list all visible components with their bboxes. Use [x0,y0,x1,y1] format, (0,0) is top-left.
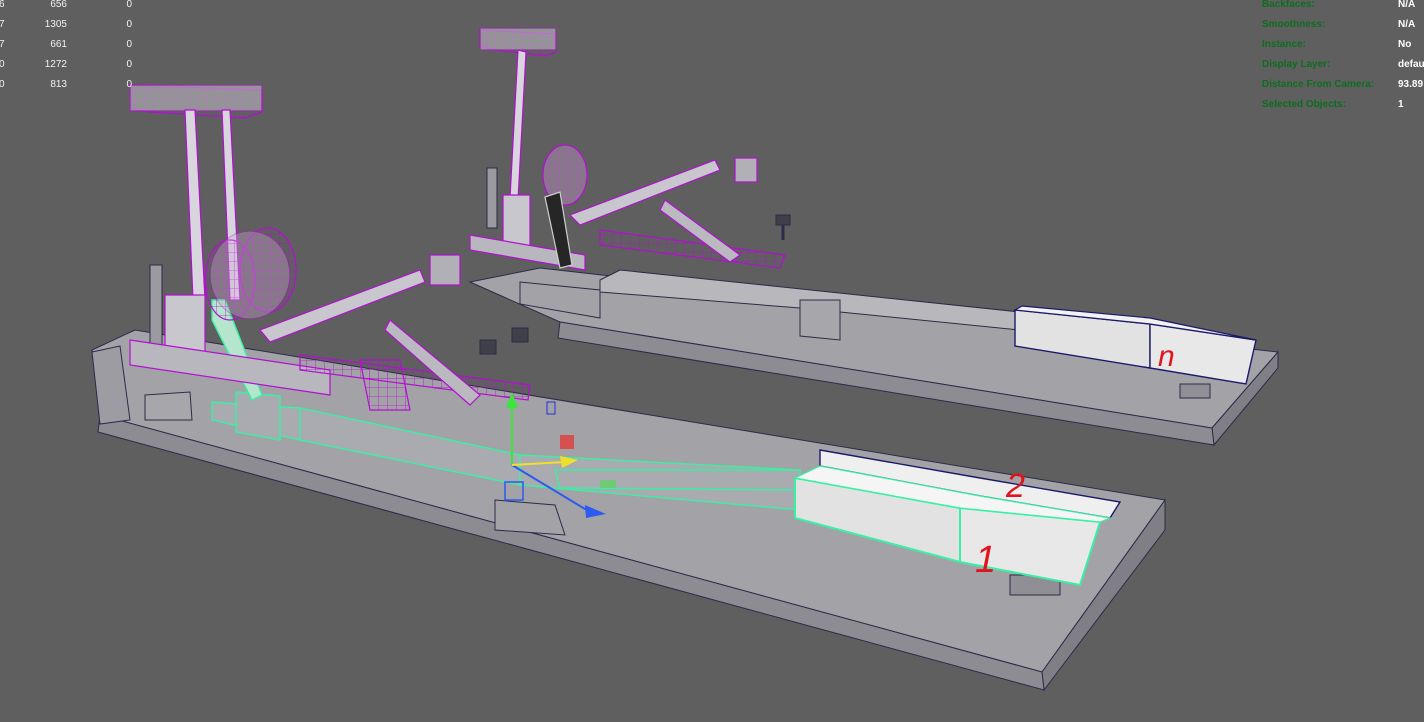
info-row-selected: Selected Objects: 1 [1262,99,1404,110]
viewport-scene: 1 2 n [91,27,1280,692]
hud-row: 7 1305 0 [0,19,132,30]
rear-rail-block [799,299,841,341]
annotation-n: n [1158,340,1175,373]
info-row-backfaces: Backfaces: N/A [1262,0,1416,10]
hud-row: 6 656 0 [0,0,132,10]
info-row-smoothness: Smoothness: N/A [1262,19,1416,30]
info-row-distance: Distance From Camera: 93.89 [1262,79,1424,90]
hud-row: 0 813 0 [0,79,132,90]
rear-foot [1179,383,1211,399]
object-details-hud: Backfaces: N/A Smoothness: N/A Instance:… [1262,0,1424,112]
annotation-1: 1 [975,539,996,581]
info-row-instance: Instance: No [1262,39,1412,50]
rear-rowing-machine[interactable] [468,27,1280,447]
annotation-2: 2 [1005,467,1025,505]
hud-row: 0 1272 0 [0,59,132,70]
poly-count-hud: 6 656 0 7 1305 0 7 661 0 0 1272 0 0 813 … [0,0,140,100]
hud-row: 7 661 0 [0,39,132,50]
info-row-display-layer: Display Layer: defau [1262,59,1424,70]
3d-viewport[interactable]: 1 2 n [0,0,1424,717]
rear-selected-mechanism[interactable] [469,27,786,271]
